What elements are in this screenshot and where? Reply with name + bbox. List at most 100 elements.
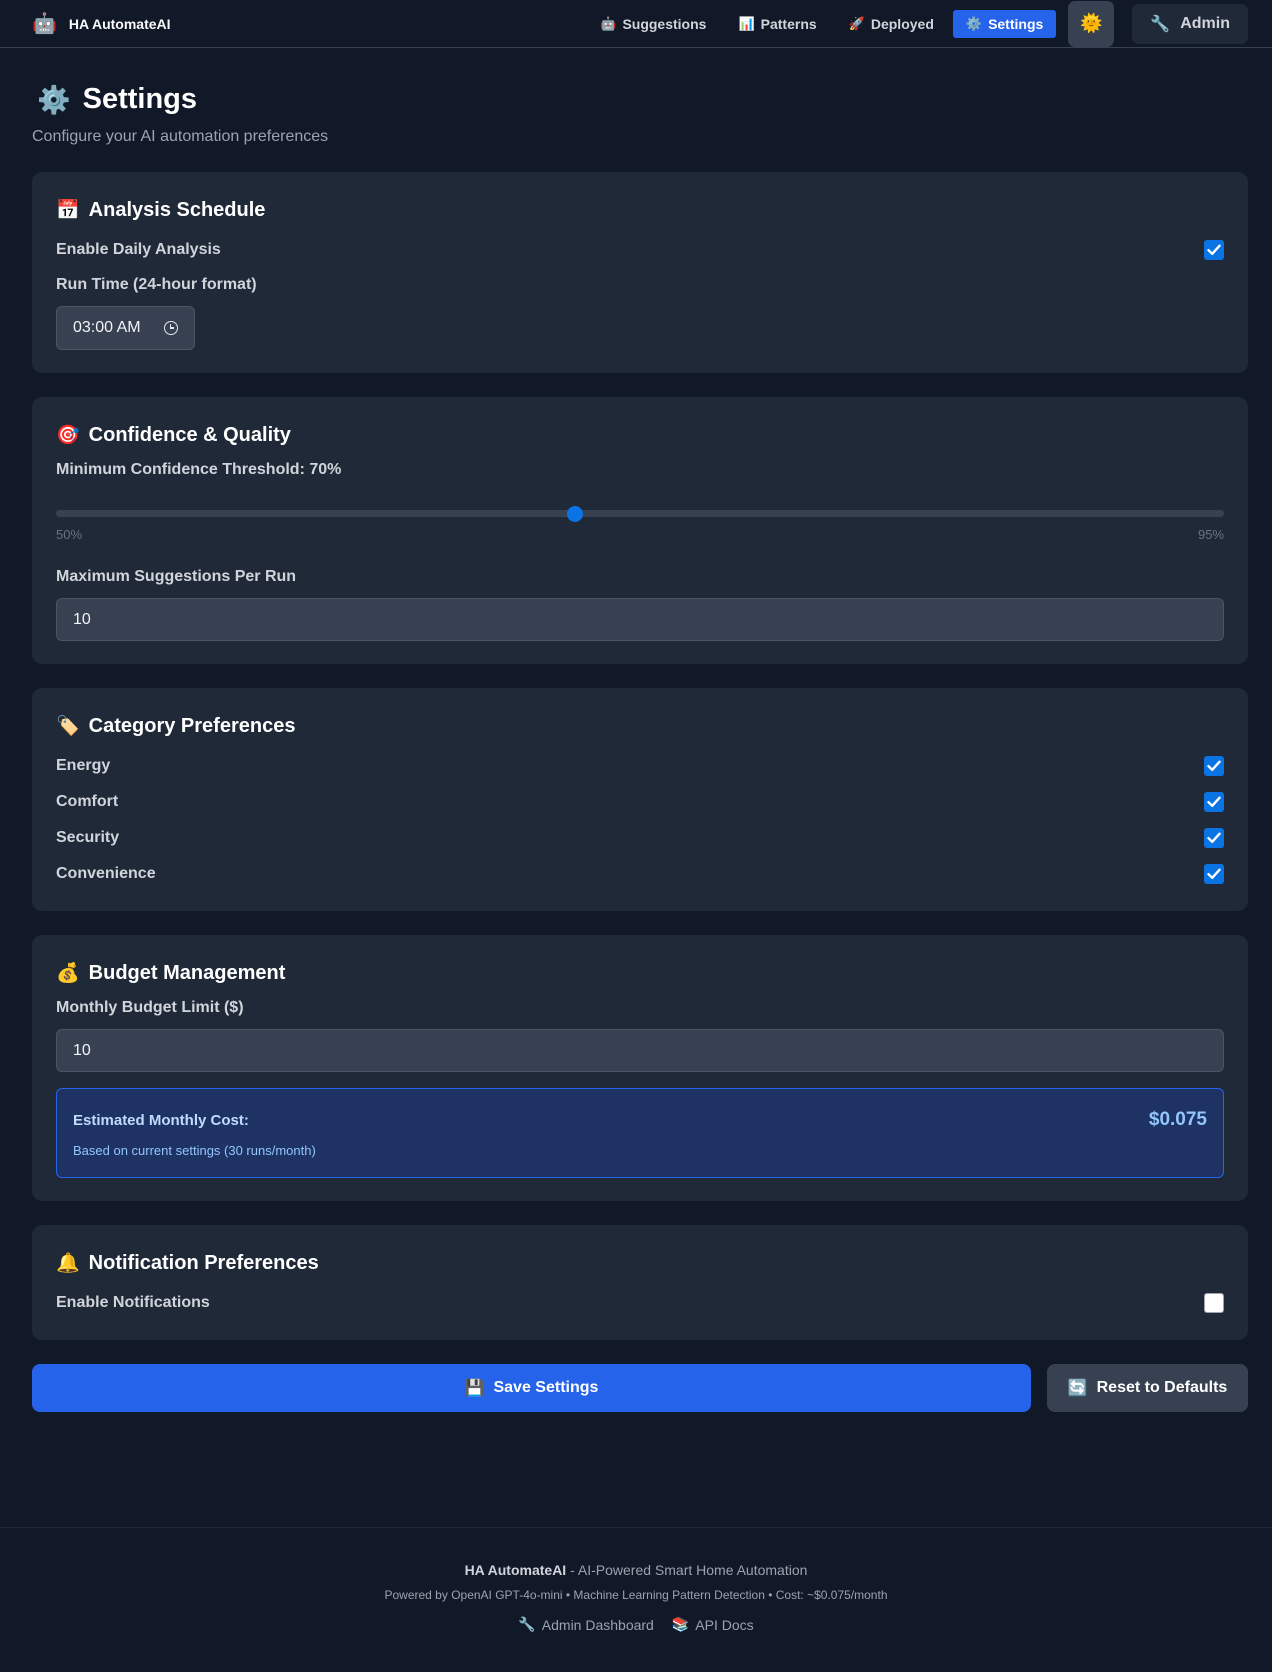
run-time-input[interactable]: 03:00 AM <box>56 306 195 350</box>
check-icon <box>1207 868 1221 879</box>
nav-link-suggestions[interactable]: 🤖 Suggestions <box>587 10 719 38</box>
card-title-text: Category Preferences <box>88 714 296 737</box>
card-title-text: Budget Management <box>88 961 286 984</box>
estimated-cost-value: $0.075 <box>1148 1109 1207 1130</box>
budget-limit-value: 10 <box>73 1041 91 1059</box>
top-nav: 🤖 HA AutomateAI 🤖 Suggestions 📊 Patterns… <box>0 0 1272 48</box>
daily-analysis-row: Enable Daily Analysis <box>56 236 1224 264</box>
notifications-row: Enable Notifications <box>56 1289 1224 1317</box>
theme-toggle-button[interactable]: 🌞 <box>1068 0 1115 47</box>
nav-link-settings[interactable]: ⚙️ Settings <box>952 9 1057 38</box>
card-title-text: Confidence & Quality <box>88 423 291 446</box>
card-title: 🏷️ Category Preferences <box>56 712 1224 740</box>
refresh-icon: 🔄 <box>1067 1380 1088 1397</box>
nav-links: 🤖 Suggestions 📊 Patterns 🚀 Deployed ⚙️ S… <box>587 0 1248 47</box>
nav-link-label: Patterns <box>760 15 817 32</box>
slider-track[interactable] <box>56 510 1224 517</box>
card-title: 💰 Budget Management <box>56 959 1224 987</box>
money-bag-icon: 💰 <box>56 963 80 984</box>
reset-defaults-button[interactable]: 🔄 Reset to Defaults <box>1047 1364 1248 1412</box>
category-checkbox-security[interactable] <box>1204 828 1224 848</box>
budget-limit-label: Monthly Budget Limit ($) <box>56 999 244 1016</box>
daily-analysis-checkbox[interactable] <box>1204 240 1224 260</box>
category-label: Energy <box>56 757 111 774</box>
admin-dashboard-label: Admin Dashboard <box>541 1616 654 1633</box>
footer-powered-by: Powered by OpenAI GPT-4o-mini • Machine … <box>384 1588 888 1602</box>
card-title: 📅 Analysis Schedule <box>56 196 1224 224</box>
form-actions: 💾 Save Settings 🔄 Reset to Defaults <box>32 1364 1248 1412</box>
estimated-cost-note: Based on current settings (30 runs/month… <box>73 1143 316 1158</box>
card-title: 🎯 Confidence & Quality <box>56 421 1224 449</box>
admin-label: Admin <box>1180 14 1230 32</box>
brand[interactable]: 🤖 HA AutomateAI <box>32 14 171 34</box>
page-title: ⚙️ Settings <box>37 83 1248 116</box>
category-row-comfort: Comfort <box>56 788 1224 816</box>
budget-limit-input[interactable]: 10 <box>56 1029 1224 1072</box>
slider-thumb[interactable] <box>567 505 584 522</box>
max-suggestions-input[interactable]: 10 <box>56 598 1224 641</box>
slider-range-labels: 50% 95% <box>56 527 1224 542</box>
category-label: Security <box>56 829 120 846</box>
robot-icon: 🤖 <box>32 12 57 35</box>
check-icon <box>1207 832 1221 843</box>
category-preferences-card: 🏷️ Category Preferences Energy Comfort S… <box>32 688 1248 911</box>
check-icon <box>1207 244 1221 255</box>
check-icon <box>1207 796 1221 807</box>
notifications-label: Enable Notifications <box>56 1294 210 1311</box>
category-row-security: Security <box>56 824 1224 852</box>
card-title: 🔔 Notification Preferences <box>56 1249 1224 1277</box>
nav-link-label: Suggestions <box>622 15 707 32</box>
footer-tagline: HA AutomateAI - AI-Powered Smart Home Au… <box>0 1562 1272 1578</box>
page-subtitle: Configure your AI automation preferences <box>32 128 329 145</box>
footer-brand: HA AutomateAI <box>464 1562 567 1578</box>
calendar-icon: 📅 <box>56 200 80 221</box>
reset-defaults-label: Reset to Defaults <box>1096 1379 1228 1396</box>
budget-management-card: 💰 Budget Management Monthly Budget Limit… <box>32 935 1248 1201</box>
brand-name: HA AutomateAI <box>68 15 171 32</box>
nav-link-label: Settings <box>988 15 1044 32</box>
category-checkbox-comfort[interactable] <box>1204 792 1224 812</box>
gear-icon: ⚙️ <box>965 15 983 31</box>
admin-button[interactable]: 🔧 Admin <box>1132 3 1248 44</box>
target-icon: 🎯 <box>56 425 80 446</box>
clock-icon[interactable] <box>164 321 178 335</box>
footer: HA AutomateAI - AI-Powered Smart Home Au… <box>0 1527 1272 1633</box>
tag-icon: 🏷️ <box>56 716 80 737</box>
slider-max-label: 95% <box>1197 527 1224 542</box>
admin-dashboard-link[interactable]: 🔧 Admin Dashboard <box>518 1616 654 1633</box>
estimated-cost-panel: Estimated Monthly Cost: $0.075 Based on … <box>56 1088 1224 1178</box>
category-row-energy: Energy <box>56 752 1224 780</box>
bell-icon: 🔔 <box>56 1253 80 1274</box>
wrench-icon: 🔧 <box>1150 15 1171 33</box>
check-icon <box>1207 760 1221 771</box>
page-title-text: Settings <box>82 83 198 115</box>
confidence-quality-card: 🎯 Confidence & Quality Minimum Confidenc… <box>32 397 1248 664</box>
api-docs-link[interactable]: 📚 API Docs <box>672 1616 754 1633</box>
confidence-slider[interactable] <box>56 501 1224 525</box>
notification-preferences-card: 🔔 Notification Preferences Enable Notifi… <box>32 1225 1248 1340</box>
main-content: ⚙️ Settings Configure your AI automation… <box>0 48 1272 1412</box>
gear-icon: ⚙️ <box>37 84 71 115</box>
chart-icon: 📊 <box>738 15 755 31</box>
save-settings-button[interactable]: 💾 Save Settings <box>32 1364 1031 1412</box>
nav-link-deployed[interactable]: 🚀 Deployed <box>836 10 947 38</box>
footer-links: 🔧 Admin Dashboard 📚 API Docs <box>0 1616 1272 1633</box>
sun-icon: 🌞 <box>1080 13 1103 33</box>
category-checkbox-energy[interactable] <box>1204 756 1224 776</box>
run-time-label: Run Time (24-hour format) <box>56 276 257 293</box>
card-title-text: Notification Preferences <box>88 1251 319 1274</box>
confidence-threshold-label: Minimum Confidence Threshold: 70% <box>56 461 342 478</box>
daily-analysis-label: Enable Daily Analysis <box>56 241 221 258</box>
robot-icon: 🤖 <box>600 15 617 31</box>
footer-tagline-text: - AI-Powered Smart Home Automation <box>566 1562 808 1578</box>
analysis-schedule-card: 📅 Analysis Schedule Enable Daily Analysi… <box>32 172 1248 373</box>
page-header: ⚙️ Settings Configure your AI automation… <box>32 48 1248 146</box>
nav-link-label: Deployed <box>870 15 934 32</box>
estimated-cost-row: Estimated Monthly Cost: $0.075 <box>73 1109 1207 1131</box>
estimated-cost-label: Estimated Monthly Cost: <box>73 1111 249 1129</box>
wrench-icon: 🔧 <box>518 1616 536 1632</box>
notifications-checkbox[interactable] <box>1204 1293 1224 1313</box>
nav-link-patterns[interactable]: 📊 Patterns <box>725 10 829 38</box>
category-checkbox-convenience[interactable] <box>1204 864 1224 884</box>
slider-min-label: 50% <box>56 527 83 542</box>
